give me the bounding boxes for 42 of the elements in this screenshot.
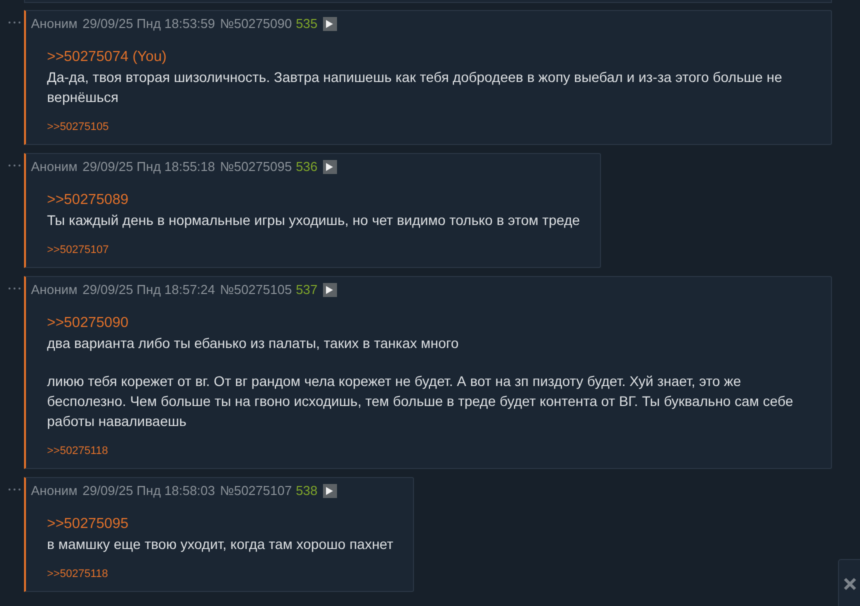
play-button[interactable] xyxy=(322,16,337,30)
post-text: лиюю тебя корежет от вг. От вг рандом чела корежет не будет. А вот на зп пиздоту будет. Хуй знает, это же бесполезно. Чем больше ты на гвоно исходишь, тем больше в треде будет контента от ВГ. Ты буквально сам себе работы наваливаешь xyxy=(47,372,794,431)
reply-link[interactable]: >>50275089 xyxy=(47,190,128,210)
play-button[interactable] xyxy=(322,160,337,174)
play-button[interactable] xyxy=(322,282,337,296)
post-number[interactable]: №50275095 xyxy=(220,156,292,176)
post-count: 535 xyxy=(296,14,318,33)
more-icon[interactable] xyxy=(8,287,21,290)
post-text: два варианта либо ты ебанько из палаты, таких в танках много xyxy=(47,334,460,353)
post-text: Да-да, твоя вторая шизоличность. Завтра напишешь как тебя добродеев в жопу выебал и из-за этого больше не вернёшься xyxy=(47,68,784,107)
post-text: Ты каждый день в нормальные игры уходишь, но чет видимо только в этом треде xyxy=(47,211,580,230)
close-icon[interactable] xyxy=(843,577,857,591)
poster-name: Аноним xyxy=(31,482,78,500)
play-icon xyxy=(326,20,334,28)
reply-link[interactable]: >>50275074 (You) xyxy=(47,47,167,67)
play-icon xyxy=(326,286,334,294)
play-icon xyxy=(326,486,334,494)
more-icon[interactable] xyxy=(8,488,21,491)
post-text: в мамшку еще твою уходит, когда там хорошо пахнет xyxy=(47,535,394,554)
play-icon xyxy=(326,162,334,170)
backlink[interactable]: >>50275107 xyxy=(47,243,109,257)
backlink[interactable]: >>50275118 xyxy=(47,567,108,581)
post-date: 29/09/25 Пнд 18:55:18 xyxy=(82,158,216,176)
post-number[interactable]: №50275107 xyxy=(220,480,292,500)
reply-link[interactable]: >>50275090 xyxy=(47,313,128,333)
poster-name: Аноним xyxy=(31,158,78,176)
more-icon[interactable] xyxy=(8,21,21,24)
post-number[interactable]: №50275105 xyxy=(220,280,292,300)
post-number[interactable]: №50275090 xyxy=(220,14,292,34)
post-count: 538 xyxy=(296,482,318,500)
poster-name: Аноним xyxy=(31,280,78,299)
post-date: 29/09/25 Пнд 18:57:24 xyxy=(82,280,216,299)
post-date: 29/09/25 Пнд 18:53:59 xyxy=(82,14,216,33)
post-date: 29/09/25 Пнд 18:58:03 xyxy=(82,482,216,500)
play-button[interactable] xyxy=(322,484,337,498)
more-icon[interactable] xyxy=(8,164,21,167)
backlink[interactable]: >>50275118 xyxy=(47,444,108,458)
post-count: 536 xyxy=(296,158,318,176)
backlink[interactable]: >>50275105 xyxy=(47,120,109,134)
reply-link[interactable]: >>50275095 xyxy=(47,514,128,534)
poster-name: Аноним xyxy=(31,14,78,33)
post-count: 537 xyxy=(296,280,318,299)
